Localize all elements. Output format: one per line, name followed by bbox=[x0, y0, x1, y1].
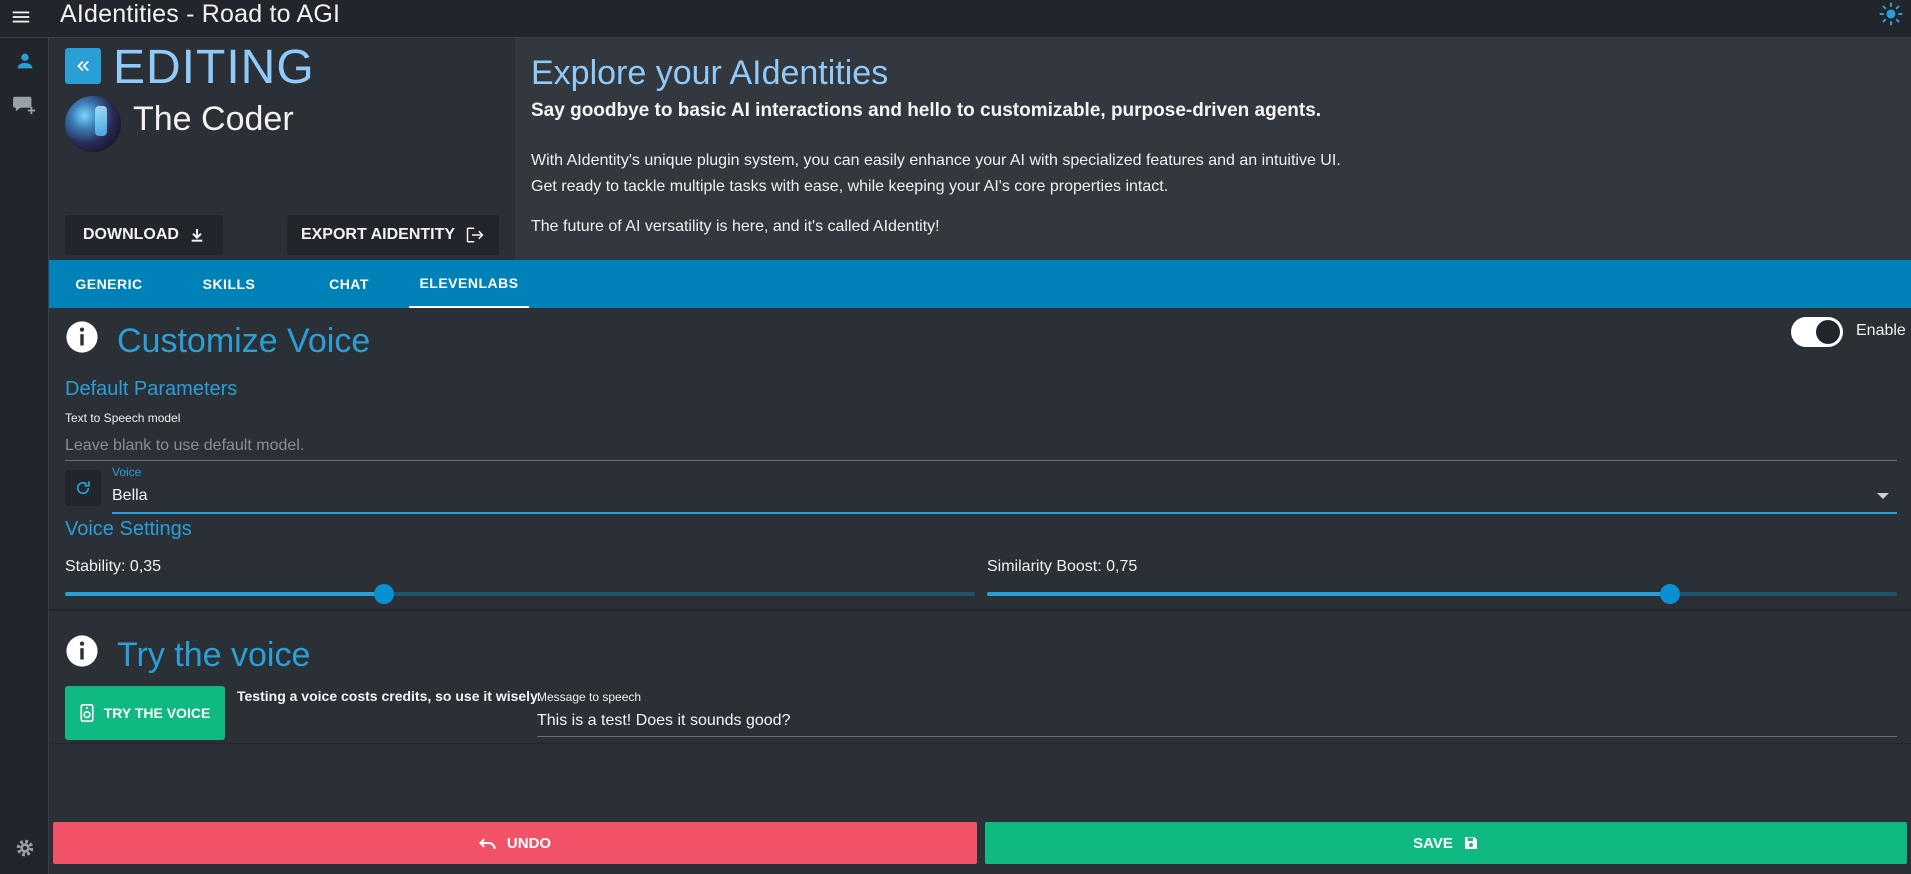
default-parameters-heading: Default Parameters bbox=[65, 378, 238, 400]
mode-title: EDITING bbox=[113, 41, 315, 94]
back-button[interactable] bbox=[65, 48, 101, 84]
stability-thumb[interactable] bbox=[373, 584, 394, 604]
intro-subtitle: Say goodbye to basic AI interactions and… bbox=[531, 100, 1322, 121]
person-icon bbox=[17, 53, 32, 69]
chevron-down-icon bbox=[1877, 493, 1889, 499]
export-label: EXPORT AIDENTITY bbox=[300, 226, 456, 243]
similarity-fill bbox=[987, 592, 1670, 596]
voice-settings-heading: Voice Settings bbox=[65, 518, 192, 540]
customize-voice-section: Customize Voice Enable Default Parameter… bbox=[49, 308, 1911, 611]
identity-header: EDITING The Coder DOWNLOAD EXPORT AIDENT… bbox=[49, 38, 515, 260]
try-voice-section: Try the voice TRY THE VOICE Testing a vo… bbox=[49, 618, 1911, 744]
gear-icon bbox=[16, 839, 33, 857]
download-button[interactable]: DOWNLOAD bbox=[65, 215, 223, 255]
refresh-icon bbox=[76, 481, 90, 495]
navigation-rail bbox=[0, 38, 51, 874]
chat-add-icon bbox=[12, 96, 35, 115]
stability-slider[interactable] bbox=[65, 584, 975, 604]
agent-name: The Coder bbox=[133, 100, 294, 138]
hamburger-menu-icon[interactable] bbox=[10, 6, 32, 28]
tab-generic[interactable]: GENERIC bbox=[49, 260, 169, 308]
action-bar: UNDO SAVE bbox=[49, 744, 1911, 874]
tab-chat[interactable]: CHAT bbox=[289, 260, 409, 308]
try-voice-button[interactable]: TRY THE VOICE bbox=[65, 686, 225, 740]
stability-label: Stability: 0,35 bbox=[65, 558, 162, 575]
top-app-bar: AIdentities - Road to AGI bbox=[0, 0, 1911, 38]
rail-item-new-chat[interactable] bbox=[0, 84, 49, 126]
intro-line-2: Get ready to tackle multiple tasks with … bbox=[531, 178, 1169, 195]
info-icon bbox=[66, 321, 98, 353]
avatar bbox=[65, 96, 121, 152]
sun-theme-icon[interactable] bbox=[1879, 2, 1903, 26]
tab-bar: GENERIC SKILLS CHAT ELEVENLABS bbox=[49, 260, 1911, 308]
undo-button[interactable]: UNDO bbox=[53, 822, 977, 864]
voice-label: Voice bbox=[112, 465, 142, 479]
message-label: Message to speech bbox=[537, 690, 642, 704]
voice-value: Bella bbox=[112, 487, 148, 504]
similarity-slider[interactable] bbox=[987, 584, 1897, 604]
cost-note: Testing a voice costs credits, so use it… bbox=[237, 688, 541, 704]
rail-item-profile[interactable] bbox=[0, 40, 51, 82]
message-input[interactable]: This is a test! Does it sounds good? bbox=[537, 706, 1897, 737]
tab-elevenlabs[interactable]: ELEVENLABS bbox=[409, 260, 529, 308]
floppy-disk-icon bbox=[1464, 837, 1477, 849]
tts-model-input[interactable]: Leave blank to use default model. bbox=[65, 432, 1897, 461]
speaker-icon bbox=[80, 704, 94, 722]
similarity-label: Similarity Boost: 0,75 bbox=[987, 558, 1138, 575]
undo-icon bbox=[479, 838, 496, 850]
undo-label: UNDO bbox=[506, 834, 552, 852]
similarity-thumb[interactable] bbox=[1659, 584, 1680, 604]
enable-toggle[interactable] bbox=[1791, 317, 1843, 347]
download-label: DOWNLOAD bbox=[83, 226, 179, 243]
export-icon bbox=[466, 227, 484, 243]
info-icon bbox=[66, 635, 98, 667]
save-button[interactable]: SAVE bbox=[985, 822, 1907, 864]
message-value: This is a test! Does it sounds good? bbox=[537, 712, 791, 729]
export-button[interactable]: EXPORT AIDENTITY bbox=[287, 215, 499, 255]
customize-voice-title: Customize Voice bbox=[117, 322, 371, 360]
toggle-knob bbox=[1816, 320, 1840, 344]
download-icon bbox=[191, 229, 203, 242]
tts-model-placeholder: Leave blank to use default model. bbox=[65, 437, 305, 454]
save-label: SAVE bbox=[1413, 834, 1453, 852]
stability-fill bbox=[65, 592, 384, 596]
app-title: AIdentities - Road to AGI bbox=[60, 0, 341, 28]
try-voice-title: Try the voice bbox=[117, 636, 311, 674]
voice-select[interactable]: Bella bbox=[112, 480, 1897, 514]
intro-line-3: The future of AI versatility is here, an… bbox=[531, 218, 940, 235]
intro-panel: Explore your AIdentities Say goodbye to … bbox=[515, 38, 1911, 260]
refresh-voices-button[interactable] bbox=[65, 470, 101, 506]
enable-label: Enable bbox=[1856, 322, 1906, 339]
tts-model-label: Text to Speech model bbox=[65, 411, 181, 425]
try-voice-label: TRY THE VOICE bbox=[103, 705, 211, 721]
tab-skills[interactable]: SKILLS bbox=[169, 260, 289, 308]
intro-title: Explore your AIdentities bbox=[531, 54, 889, 92]
intro-line-1: With AIdentity's unique plugin system, y… bbox=[531, 152, 1341, 169]
rail-item-settings[interactable] bbox=[0, 830, 49, 866]
chevrons-left-icon bbox=[77, 60, 89, 72]
